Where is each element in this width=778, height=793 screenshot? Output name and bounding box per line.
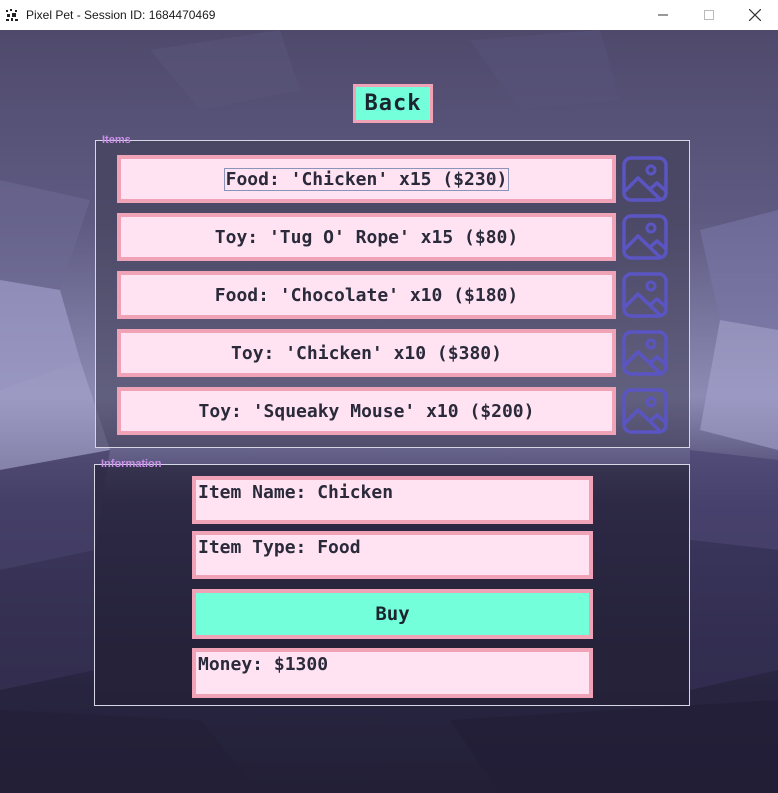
- minimize-icon: [658, 14, 668, 16]
- shop-item-button[interactable]: Food: 'Chocolate' x10 ($180): [117, 271, 616, 319]
- shop-item-button[interactable]: Toy: 'Squeaky Mouse' x10 ($200): [117, 387, 616, 435]
- maximize-button[interactable]: [686, 0, 732, 30]
- shop-item-button[interactable]: Food: 'Chicken' x15 ($230): [117, 155, 616, 203]
- money-field: Money: $1300: [192, 648, 593, 698]
- game-screen: Back Items Food: 'Chicken' x15 ($230) To…: [0, 30, 778, 793]
- minimize-button[interactable]: [640, 0, 686, 30]
- window-title: Pixel Pet - Session ID: 1684470469: [26, 8, 216, 22]
- items-group: Items Food: 'Chicken' x15 ($230) Toy: 'T…: [95, 134, 690, 448]
- shop-item-button[interactable]: Toy: 'Tug O' Rope' x15 ($80): [117, 213, 616, 261]
- shop-item-label: Toy: 'Tug O' Rope' x15 ($80): [214, 226, 519, 248]
- information-group: Information Item Name: Chicken Item Type…: [94, 458, 690, 706]
- shop-item-button[interactable]: Toy: 'Chicken' x10 ($380): [117, 329, 616, 377]
- item-name-field: Item Name: Chicken: [192, 476, 593, 524]
- buy-button[interactable]: Buy: [192, 589, 593, 639]
- item-type-field: Item Type: Food: [192, 531, 593, 579]
- image-placeholder-icon: [622, 156, 668, 202]
- image-placeholder-icon: [622, 330, 668, 376]
- information-group-label: Information: [101, 458, 162, 470]
- shop-item-label: Toy: 'Squeaky Mouse' x10 ($200): [198, 400, 535, 422]
- shop-item-label: Toy: 'Chicken' x10 ($380): [231, 342, 502, 364]
- shop-item-label: Food: 'Chicken' x15 ($230): [223, 167, 510, 191]
- image-placeholder-icon: [622, 272, 668, 318]
- back-button[interactable]: Back: [353, 84, 433, 123]
- title-bar: Pixel Pet - Session ID: 1684470469: [0, 0, 778, 30]
- app-icon: [5, 8, 19, 22]
- image-placeholder-icon: [622, 388, 668, 434]
- close-icon: [749, 9, 761, 21]
- shop-item-label: Food: 'Chocolate' x10 ($180): [214, 284, 519, 306]
- maximize-icon: [704, 10, 714, 20]
- items-group-label: Items: [102, 134, 131, 146]
- window-controls: [640, 0, 778, 30]
- image-placeholder-icon: [622, 214, 668, 260]
- close-button[interactable]: [732, 0, 778, 30]
